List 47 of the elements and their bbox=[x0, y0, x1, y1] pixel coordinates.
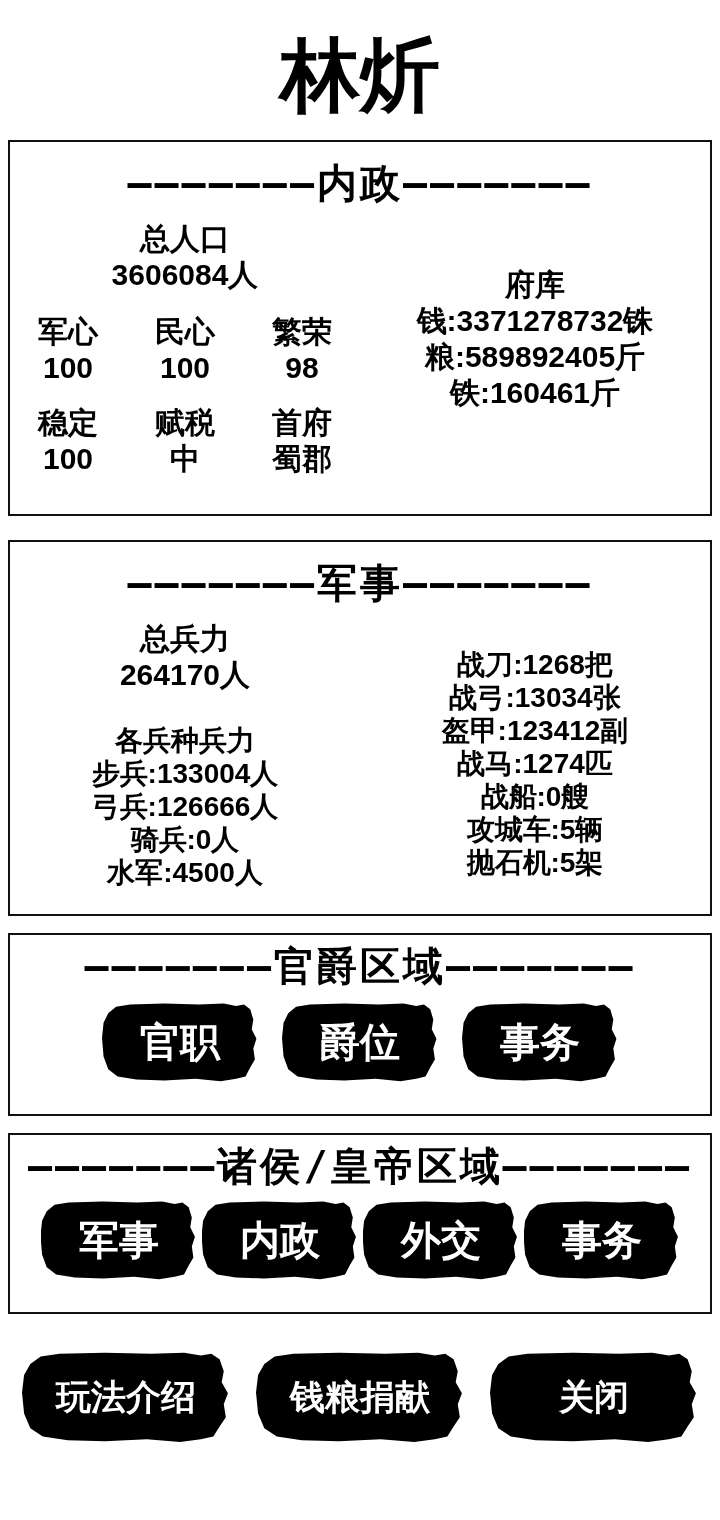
population-label: 总人口 bbox=[140, 221, 230, 257]
treasury-label: 府库 bbox=[505, 267, 565, 303]
equipment-count: 抛石机:5架 bbox=[466, 846, 604, 879]
stat-label: 赋税 bbox=[155, 405, 215, 441]
equipment-count: 战马:1274匹 bbox=[457, 747, 613, 780]
treasury-item: 钱:3371278732铢 bbox=[416, 303, 654, 339]
stat-label: 繁荣 bbox=[272, 314, 332, 350]
treasury-item: 铁:160461斤 bbox=[449, 375, 621, 411]
equipment-count: 攻城车:5辆 bbox=[466, 813, 604, 846]
troop-count: 弓兵:126666人 bbox=[91, 790, 279, 823]
action-button[interactable]: 钱粮捐献 bbox=[256, 1351, 464, 1443]
stat-label: 稳定 bbox=[38, 405, 98, 441]
troop-count: 步兵:133004人 bbox=[91, 757, 279, 790]
stat-value: 100 bbox=[42, 350, 94, 386]
menu-button[interactable]: 官职 bbox=[102, 1002, 258, 1082]
total-troops-label: 总兵力 bbox=[140, 621, 230, 657]
stat-label: 民心 bbox=[155, 314, 215, 350]
stat-value: 100 bbox=[42, 441, 94, 477]
troop-types-label: 各兵种兵力 bbox=[115, 724, 255, 757]
stat-value: 100 bbox=[159, 350, 211, 386]
stat-value: 中 bbox=[170, 441, 200, 477]
menu-button[interactable]: 事务 bbox=[523, 1200, 680, 1280]
section-heading: ———————军事——————— bbox=[127, 561, 593, 605]
total-troops-value: 264170人 bbox=[119, 657, 251, 693]
equipment-count: 战弓:13034张 bbox=[449, 681, 621, 714]
stat-value: 98 bbox=[285, 350, 319, 386]
action-button[interactable]: 关闭 bbox=[490, 1351, 698, 1443]
equipment-count: 战船:0艘 bbox=[480, 780, 590, 813]
stat-label: 首府 bbox=[272, 405, 332, 441]
menu-button[interactable]: 事务 bbox=[462, 1002, 618, 1082]
treasury-item: 粮:589892405斤 bbox=[424, 339, 646, 375]
menu-button[interactable]: 军事 bbox=[40, 1200, 197, 1280]
menu-button[interactable]: 内政 bbox=[201, 1200, 358, 1280]
section-heading: ———————内政——————— bbox=[127, 161, 593, 205]
section-heading: ———————官爵区域——————— bbox=[84, 944, 636, 988]
stat-value: 蜀郡 bbox=[272, 441, 332, 477]
stat-label: 军心 bbox=[38, 314, 98, 350]
equipment-count: 盔甲:123412副 bbox=[441, 714, 629, 747]
equipment-count: 战刀:1268把 bbox=[457, 648, 613, 681]
troop-count: 水军:4500人 bbox=[107, 856, 263, 889]
page-title: 林炘 bbox=[277, 30, 441, 122]
troop-count: 骑兵:0人 bbox=[130, 823, 240, 856]
menu-button[interactable]: 外交 bbox=[362, 1200, 519, 1280]
population-value: 3606084人 bbox=[111, 257, 259, 293]
action-button[interactable]: 玩法介绍 bbox=[22, 1351, 230, 1443]
menu-button[interactable]: 爵位 bbox=[282, 1002, 438, 1082]
section-heading: ———————诸侯/皇帝区域——————— bbox=[27, 1144, 693, 1188]
